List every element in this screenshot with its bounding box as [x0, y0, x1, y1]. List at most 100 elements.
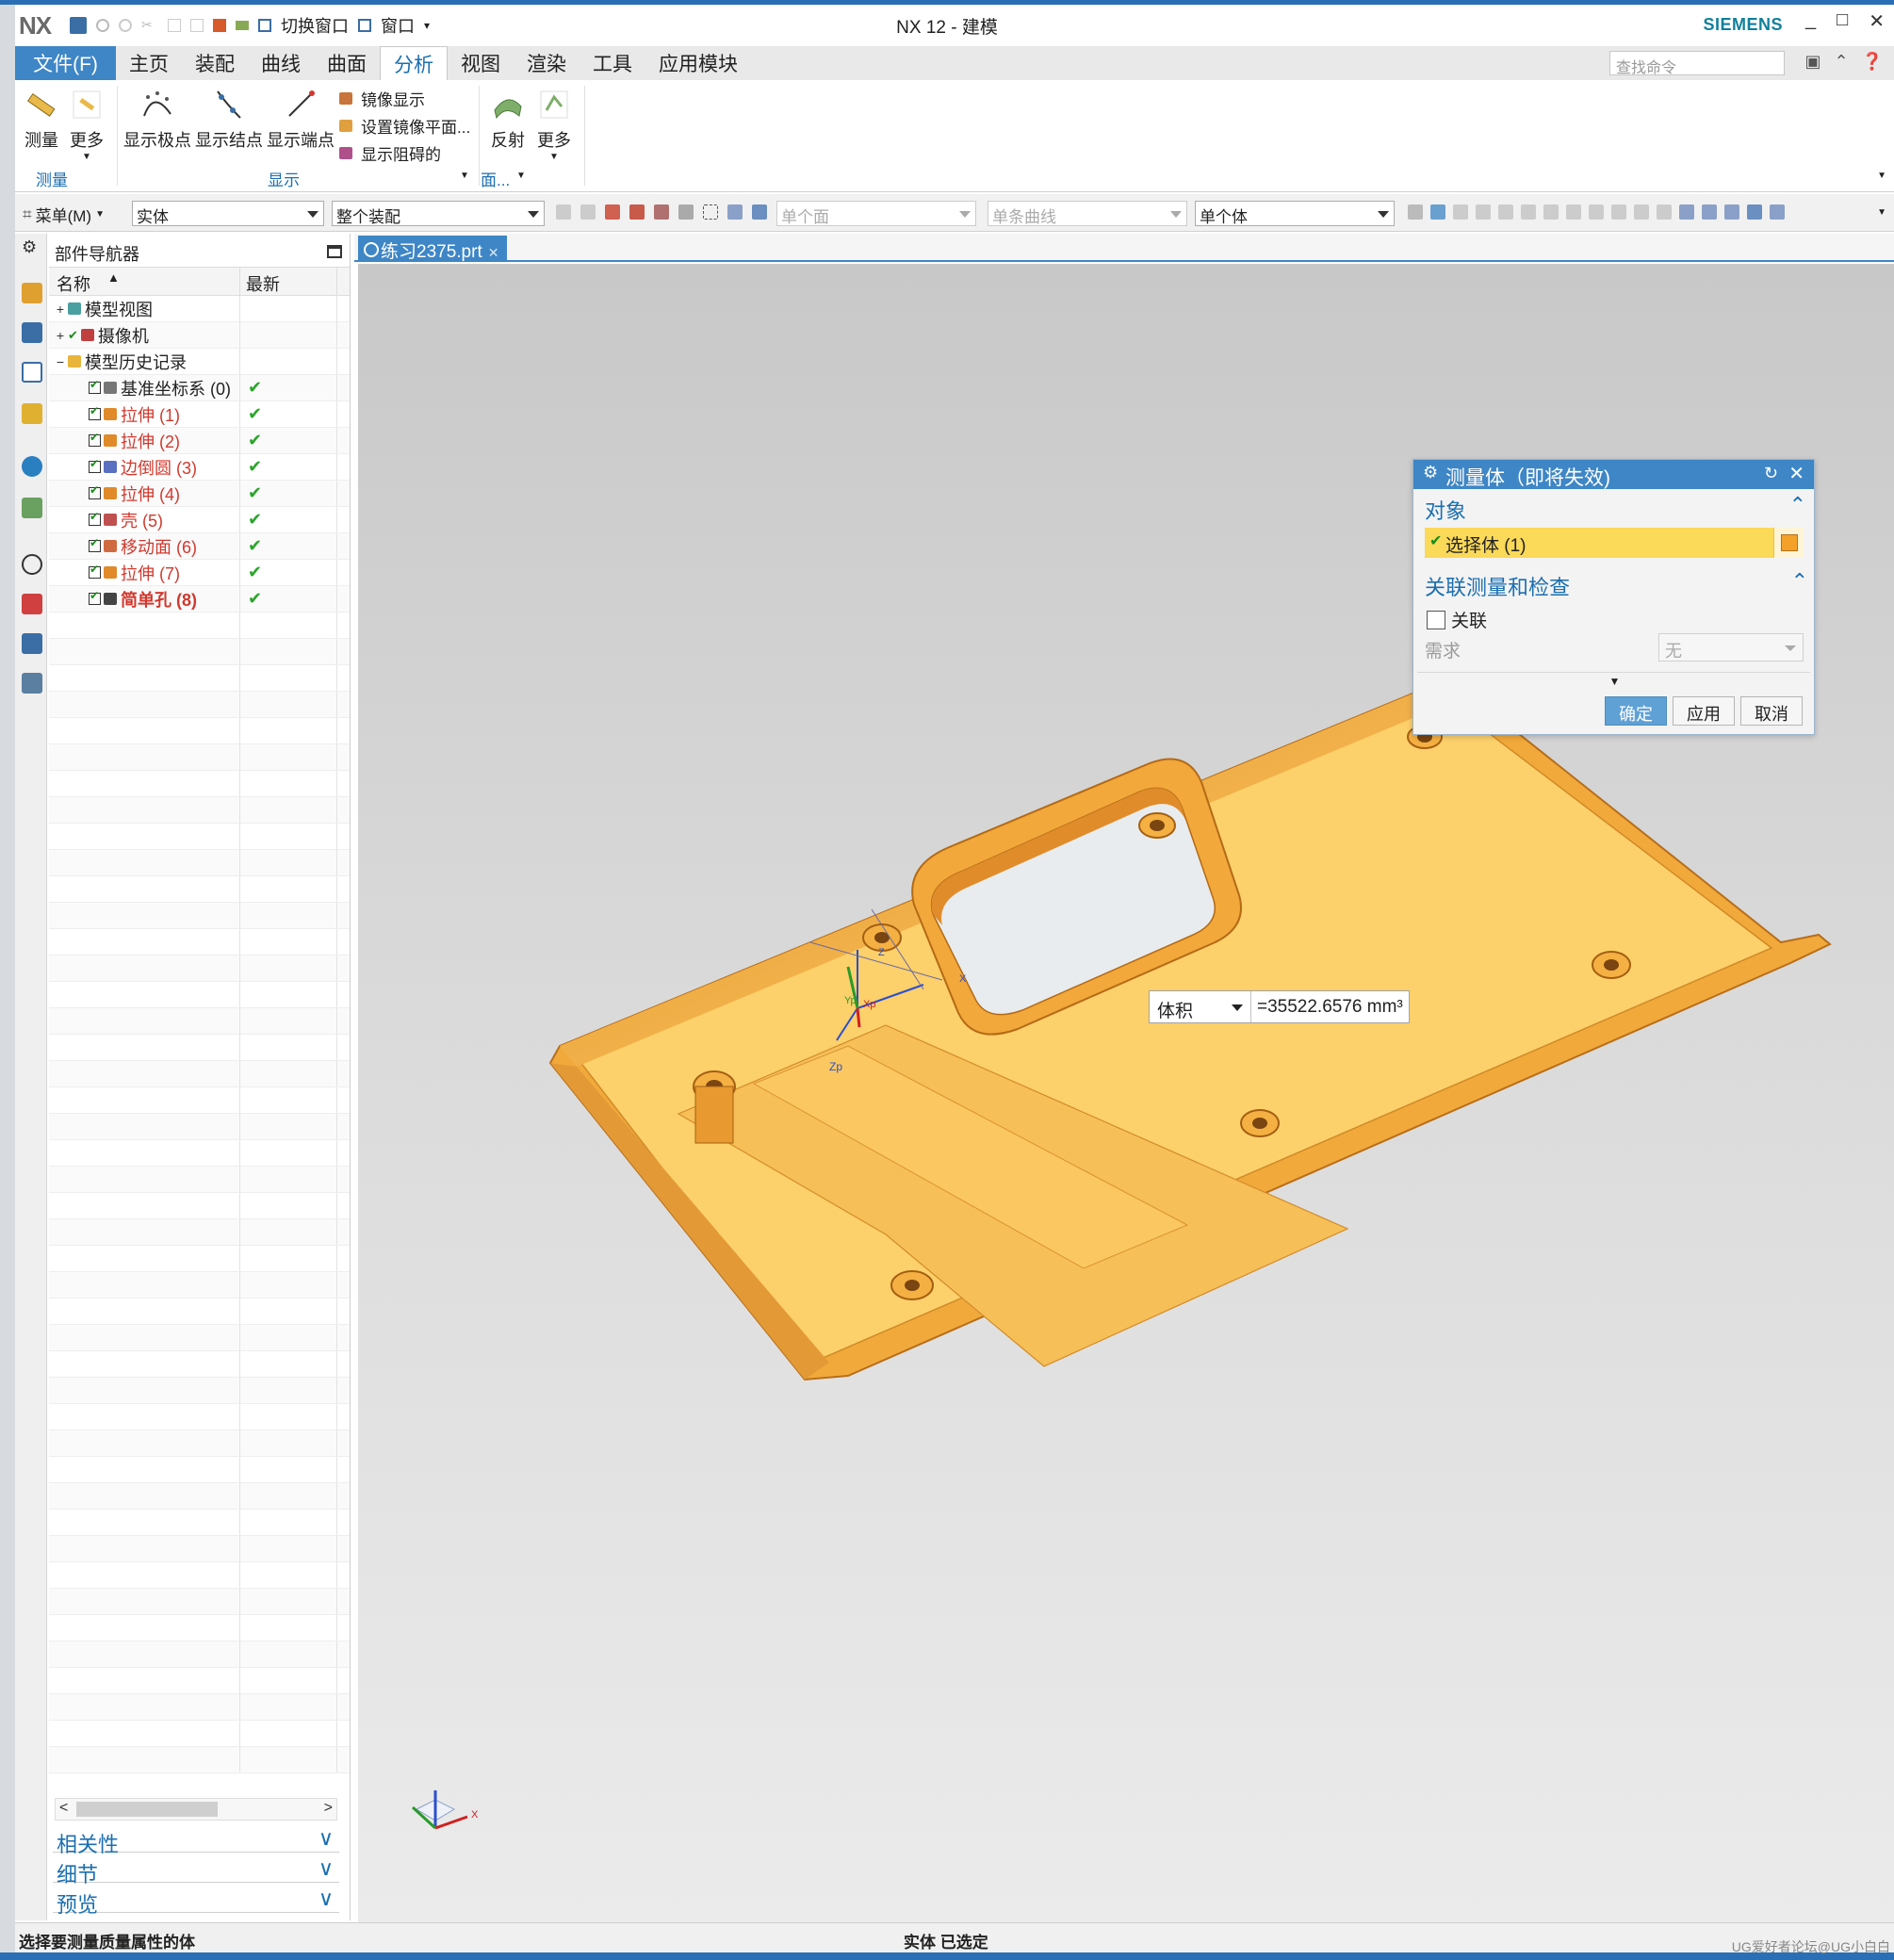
requirement-select[interactable]: 无: [1658, 633, 1804, 662]
group-display-dropdown-icon[interactable]: ▼: [460, 171, 469, 181]
visibility-checkbox[interactable]: [89, 483, 101, 499]
help-icon[interactable]: ❓: [1862, 52, 1883, 72]
show-poles-button[interactable]: 显示极点: [122, 88, 192, 152]
tab-curve[interactable]: 曲线: [248, 46, 314, 80]
copy-icon[interactable]: [168, 19, 181, 32]
navigator-horizontal-scrollbar[interactable]: < >: [55, 1798, 337, 1821]
view-fit-icon[interactable]: [1679, 204, 1694, 220]
scroll-right-icon[interactable]: >: [324, 1800, 333, 1817]
curve-rule-select[interactable]: 单条曲线: [988, 201, 1187, 226]
web-browser-icon[interactable]: [22, 498, 42, 518]
tree-node[interactable]: 简单孔 (8) ✔: [49, 586, 350, 612]
general-select-icon[interactable]: [556, 204, 571, 220]
measure-button[interactable]: 测量: [23, 88, 60, 152]
snap-intersection-icon[interactable]: [1498, 204, 1513, 220]
customize-dropdown-icon[interactable]: ▾: [424, 19, 430, 32]
manufacturing-wizard-icon[interactable]: [22, 633, 42, 654]
dialog-title-bar[interactable]: ⚙ 测量体（即将失效) ↻ ✕: [1413, 460, 1814, 489]
repeat-command-icon[interactable]: [213, 19, 226, 32]
expand-toggle-icon[interactable]: +: [55, 328, 66, 343]
visibility-checkbox[interactable]: [89, 510, 101, 526]
snap-icon[interactable]: [654, 204, 669, 220]
tree-node[interactable]: + ✔ 摄像机: [49, 322, 350, 349]
tree-node[interactable]: 边倒圆 (3) ✔: [49, 454, 350, 481]
associative-checkbox-row[interactable]: 关联: [1427, 607, 1487, 632]
measurement-type-select[interactable]: 体积: [1150, 991, 1251, 1022]
show-knots-button[interactable]: 显示结点: [194, 88, 264, 152]
tree-node[interactable]: 拉伸 (1) ✔: [49, 401, 350, 428]
tab-surface[interactable]: 曲面: [314, 46, 380, 80]
document-tab[interactable]: 练习2375.prt ✕: [358, 236, 507, 262]
cut-icon[interactable]: ✂: [141, 17, 158, 34]
collapse-ribbon-icon[interactable]: ⌃: [1834, 52, 1848, 72]
part-navigator-icon[interactable]: [22, 362, 42, 383]
section-dependencies[interactable]: 相关性 ∨: [53, 1826, 339, 1856]
visibility-checkbox[interactable]: [89, 404, 101, 420]
reflection-button[interactable]: 反射: [486, 88, 530, 152]
group-face-dropdown-icon[interactable]: ▼: [516, 171, 526, 181]
tree-node[interactable]: + 模型视图: [49, 296, 350, 322]
close-icon[interactable]: ✕: [1788, 462, 1804, 485]
feature-select-icon[interactable]: [580, 204, 596, 220]
type-filter-select[interactable]: 实体: [132, 201, 324, 226]
tab-assembly[interactable]: 装配: [182, 46, 248, 80]
close-button[interactable]: ✕: [1869, 9, 1885, 33]
maximize-panel-icon[interactable]: [327, 245, 342, 258]
role-icon[interactable]: [22, 673, 42, 694]
cube-icon[interactable]: [752, 204, 767, 220]
info-icon[interactable]: [22, 456, 42, 477]
associative-checkbox[interactable]: [1427, 610, 1445, 629]
show-hide-icon[interactable]: [1770, 204, 1785, 220]
more-face-analysis-button[interactable]: 更多 ▼: [533, 88, 575, 162]
file-menu-tab[interactable]: 文件(F): [15, 46, 116, 80]
snap-bounded-icon[interactable]: [1657, 204, 1672, 220]
gear-icon[interactable]: ⚙: [1423, 463, 1438, 482]
filter-icon[interactable]: [605, 204, 620, 220]
visibility-checkbox[interactable]: [89, 536, 101, 552]
tree-node[interactable]: 壳 (5) ✔: [49, 507, 350, 533]
selection-scope-select[interactable]: 整个装配: [332, 201, 545, 226]
minimize-button[interactable]: _: [1805, 9, 1816, 33]
visibility-checkbox[interactable]: [89, 589, 101, 605]
mirror-display-button[interactable]: 镜像显示: [339, 87, 425, 110]
view-orient-icon[interactable]: [1702, 204, 1717, 220]
expand-dialog-icon[interactable]: ▼: [1413, 675, 1816, 688]
tab-render[interactable]: 渲染: [514, 46, 580, 80]
snap-control-icon[interactable]: [1476, 204, 1491, 220]
visibility-checkbox[interactable]: [89, 457, 101, 473]
tab-analysis[interactable]: 分析: [380, 46, 448, 80]
history-clock-icon[interactable]: [22, 554, 42, 575]
snap-on-face-icon[interactable]: [1611, 204, 1626, 220]
tree-node[interactable]: 基准坐标系 (0) ✔: [49, 375, 350, 401]
command-search-input[interactable]: 查找命令: [1609, 51, 1785, 76]
gear-icon[interactable]: ⚙: [22, 237, 42, 258]
save-icon[interactable]: [70, 17, 87, 34]
tab-application[interactable]: 应用模块: [645, 46, 751, 80]
ok-button[interactable]: 确定: [1605, 696, 1667, 726]
snap-quadrant-icon[interactable]: [1543, 204, 1559, 220]
snap-midpoint-icon[interactable]: [1453, 204, 1468, 220]
expand-toggle-icon[interactable]: +: [55, 302, 66, 317]
maximize-button[interactable]: □: [1837, 9, 1848, 33]
full-screen-icon[interactable]: ▣: [1804, 52, 1821, 72]
volume-measurement-tag[interactable]: 体积 =35522.6576 mm³: [1149, 990, 1410, 1023]
tree-node[interactable]: − 模型历史记录: [49, 349, 350, 375]
select-body-button[interactable]: [1773, 528, 1804, 558]
snap-pole-icon[interactable]: [1634, 204, 1649, 220]
body-select-icon[interactable]: [727, 204, 743, 220]
switch-window-button[interactable]: 切换窗口: [281, 13, 349, 38]
reuse-library-icon[interactable]: [22, 403, 42, 424]
select-body-row[interactable]: 选择体 (1): [1425, 528, 1804, 558]
more-measure-button[interactable]: 更多 ▼: [68, 88, 106, 162]
expand-toggle-icon[interactable]: −: [55, 354, 66, 369]
section-details[interactable]: 细节 ∨: [53, 1856, 339, 1886]
section-preview[interactable]: 预览 ∨: [53, 1886, 339, 1917]
toolbar-options-icon[interactable]: ▼: [1877, 207, 1886, 218]
face-rule-select[interactable]: 单个面: [776, 201, 976, 226]
constraint-navigator-icon[interactable]: [22, 322, 42, 343]
window-menu-button[interactable]: 窗口: [381, 13, 415, 38]
menu-button[interactable]: ⌗ 菜单(M) ▼: [23, 203, 105, 226]
tab-tools[interactable]: 工具: [580, 46, 645, 80]
redo-icon[interactable]: [119, 19, 132, 32]
snap-center-icon[interactable]: [1521, 204, 1536, 220]
